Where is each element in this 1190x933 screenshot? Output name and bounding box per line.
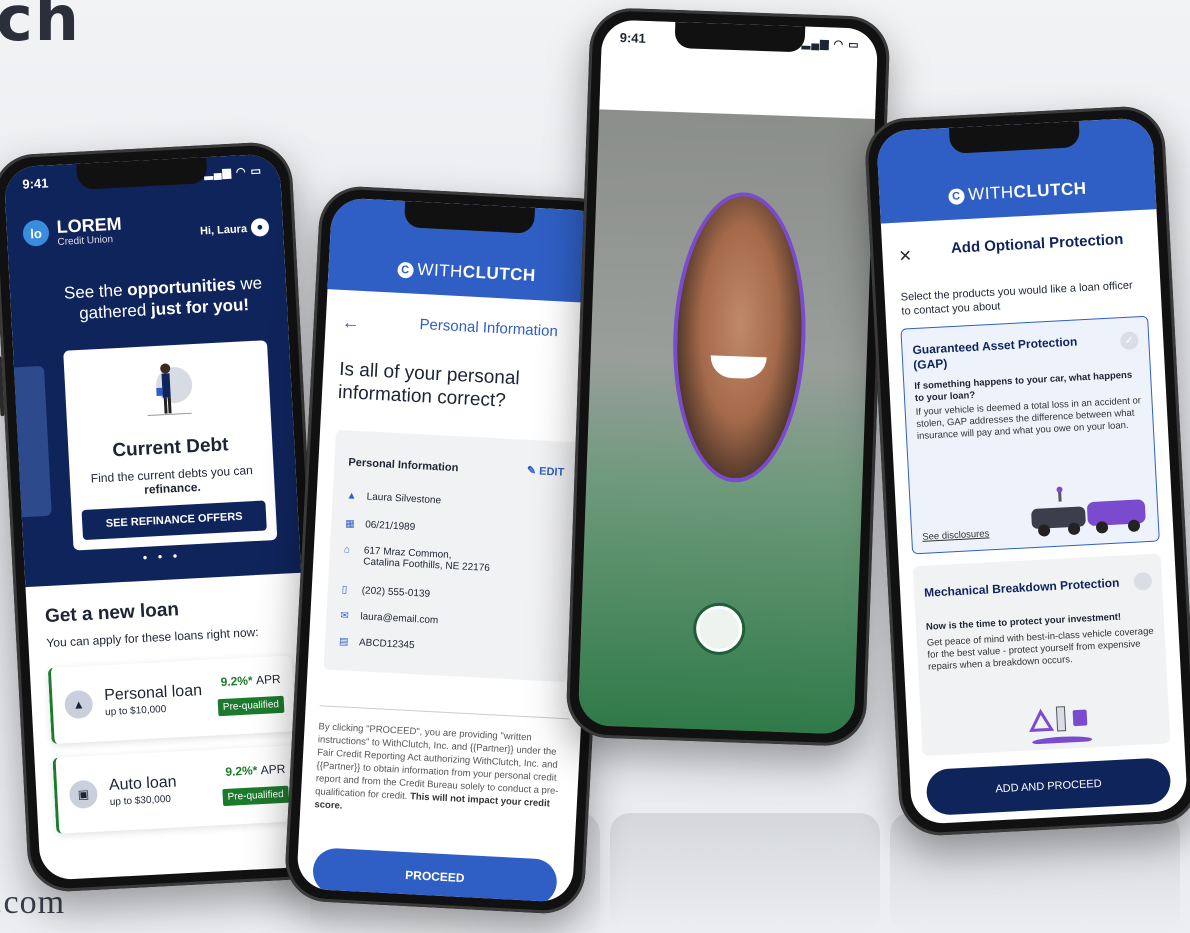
option-title: Guaranteed Asset Protection (GAP)	[912, 334, 1078, 373]
screen: C WITHCLUTCH ← Personal Information Is al…	[296, 197, 608, 903]
credit-union-logo: lo	[22, 219, 50, 247]
field-address: ⌂ 617 Mraz Common, Catalina Foothills, NE …	[343, 544, 491, 574]
checkbox-icon[interactable]	[1133, 571, 1153, 591]
phone-icon: ▯	[341, 584, 348, 596]
page-title: Add Optional Protection	[950, 230, 1124, 257]
edit-button[interactable]: ✎ EDIT	[527, 464, 565, 479]
page-title: Personal Information	[419, 316, 559, 341]
loan-card-auto[interactable]: ▣ Auto loan up to $30,000 9.2%* APR Pre-…	[52, 745, 301, 834]
card-title: Current Debt	[111, 434, 229, 462]
section-title: Get a new loan	[44, 599, 180, 628]
personal-info-card: Personal Information ✎ EDIT ▲ Laura Silve…	[323, 429, 580, 683]
loan-apr: 9.2%* APR	[225, 761, 286, 779]
loan-limit: up to $30,000	[109, 793, 172, 809]
site-partial: .com	[0, 884, 66, 921]
hero-panel: 9:41 ▂▄▆ ◠ ▭ lo LOREM Credit Union Hi, L…	[3, 153, 302, 588]
loan-card-personal[interactable]: ▲ Personal loan up to $10,000 9.2%* APR …	[47, 655, 296, 744]
id-icon: ▤	[338, 636, 349, 648]
card-title: Personal Information	[348, 456, 459, 475]
option-title: Mechanical Breakdown Protection	[923, 575, 1120, 600]
hero-headline: See the opportunities we gathered just f…	[63, 273, 263, 323]
home-icon: ⌂	[343, 544, 351, 556]
org-subtitle: Credit Union	[57, 234, 114, 248]
car-icon: ▣	[68, 779, 99, 810]
mail-icon: ✉	[340, 610, 350, 622]
phone-personal-info: C WITHCLUTCH ← Personal Information Is al…	[283, 184, 621, 916]
field-phone: ▯ (202) 555-0139	[341, 584, 431, 600]
status-time: 9:41	[619, 30, 647, 46]
screen: 9:41 ▂▄▆ ◠ ▭ lo LOREM Credit Union Hi, L…	[3, 153, 317, 881]
proceed-button[interactable]: PROCEED	[311, 847, 558, 903]
confirm-question: Is all of your personal information corr…	[337, 358, 521, 412]
withclutch-logo: C WITHCLUTCH	[328, 255, 605, 289]
person-icon: ▲	[346, 490, 357, 502]
calendar-icon: ▦	[344, 518, 355, 530]
status-time: 9:41	[22, 175, 49, 192]
page-description: Select the products you would like a loa…	[900, 279, 1133, 318]
reflection	[610, 813, 880, 933]
see-refinance-offers-button[interactable]: SEE REFINANCE OFFERS	[81, 500, 267, 541]
car-crash-illustration	[1031, 486, 1146, 537]
withclutch-logo: C WITHCLUTCH	[879, 175, 1156, 209]
field-email: ✉ laura@email.com	[340, 610, 439, 627]
loan-name: Auto loan	[108, 773, 177, 795]
user-icon[interactable]: ●	[250, 217, 270, 237]
carousel-dots[interactable]: ● ● ●	[24, 545, 300, 568]
checkbox-icon[interactable]: ✓	[1119, 331, 1139, 351]
add-and-proceed-button[interactable]: ADD AND PROCEED	[925, 757, 1172, 816]
pencil-icon: ✎	[526, 464, 537, 478]
prequalified-badge: Pre-qualified	[217, 695, 285, 717]
phone-selfie-capture: 9:41 ▂▄▆ ◠ ▭	[565, 6, 891, 748]
field-dob: ▦ 06/21/1989	[344, 518, 416, 534]
prequalified-badge: Pre-qualified	[222, 785, 290, 807]
field-name: ▲ Laura Silvestone	[346, 490, 442, 507]
brand-partial: ch	[0, 0, 81, 55]
businessman-illustration	[147, 363, 193, 417]
refinance-card[interactable]: Current Debt Find the current debts you …	[63, 340, 278, 551]
loan-name: Personal loan	[103, 682, 203, 705]
see-disclosures-link[interactable]: See disclosures	[922, 528, 990, 542]
phone-optional-protection: C WITHCLUTCH ✕ Add Optional Protection Se…	[863, 104, 1190, 838]
fcra-disclaimer: By clicking "PROCEED", you are providing…	[314, 705, 570, 825]
screen: C WITHCLUTCH ✕ Add Optional Protection Se…	[876, 117, 1188, 825]
signal-icon: ▂▄▆ ◠ ▭	[801, 37, 860, 52]
signal-icon: ▂▄▆ ◠ ▭	[203, 165, 263, 181]
person-icon: ▲	[63, 689, 94, 720]
section-description: You can apply for these loans right now:	[46, 625, 259, 651]
screen: 9:41 ▂▄▆ ◠ ▭	[577, 19, 879, 735]
phone-credit-union: 9:41 ▂▄▆ ◠ ▭ lo LOREM Credit Union Hi, L…	[0, 140, 330, 894]
option-description: Get peace of mind with best-in-class veh…	[926, 625, 1154, 673]
field-id: ▤ ABCD12345	[338, 636, 415, 652]
card-description: Find the current debts you can refinance…	[90, 463, 254, 497]
greeting: Hi, Laura	[199, 223, 248, 238]
repair-tools-illustration	[1029, 706, 1093, 745]
loan-apr: 9.2%* APR	[220, 671, 282, 690]
back-arrow-icon[interactable]: ←	[341, 312, 360, 334]
face-photo	[709, 355, 767, 380]
loan-limit: up to $10,000	[104, 703, 167, 719]
mbp-option-card[interactable]: Mechanical Breakdown Protection Now is t…	[912, 553, 1171, 757]
gap-option-card[interactable]: Guaranteed Asset Protection (GAP) ✓ If s…	[900, 315, 1160, 555]
carousel-prev-card[interactable]	[3, 365, 52, 518]
close-icon[interactable]: ✕	[898, 246, 912, 267]
